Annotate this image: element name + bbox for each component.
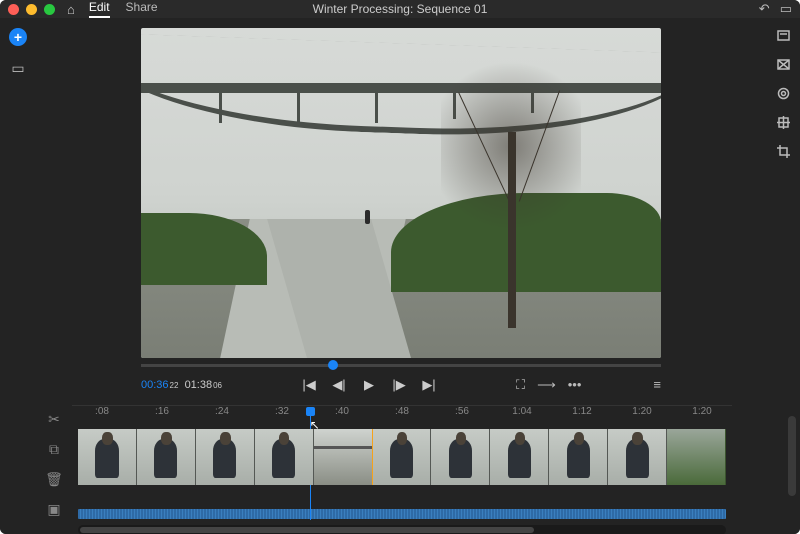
current-frames: 22	[170, 381, 179, 390]
playback-controls: 00:3622 01:3806 |◀ ◀| ▶ |▶ ▶| ⛶ ⟶ •••	[141, 373, 661, 401]
app-window: ⌂ Edit Share Winter Processing: Sequence…	[0, 0, 800, 534]
ruler-tick: 1:20	[612, 406, 672, 425]
fullscreen-icon[interactable]: ⛶	[516, 377, 525, 393]
ruler-tick: :48	[372, 406, 432, 425]
preview-scrubber[interactable]	[141, 364, 661, 367]
total-frames: 06	[213, 381, 222, 390]
ruler-tick: 1:20	[672, 406, 732, 425]
duplicate-icon[interactable]: ⧉	[49, 441, 59, 458]
clip-thumbnail[interactable]	[255, 429, 314, 485]
ruler-tick: :40	[312, 406, 372, 425]
minimize-window-button[interactable]	[26, 4, 37, 15]
clip-thumbnail[interactable]	[667, 429, 726, 485]
clip-thumbnail-selected[interactable]	[314, 429, 373, 485]
main-body: + ▭	[0, 18, 800, 534]
scrollbar-thumb[interactable]	[80, 527, 534, 533]
color-icon[interactable]	[776, 86, 791, 101]
more-options-icon[interactable]: •••	[568, 377, 582, 393]
preview-tree	[441, 48, 581, 328]
transitions-icon[interactable]	[776, 57, 791, 72]
titlebar-right: ↶ ▭	[759, 1, 792, 17]
clip-thumbnail[interactable]	[490, 429, 549, 485]
step-forward-button[interactable]: |▶	[392, 377, 406, 393]
current-time: 00:36	[141, 379, 169, 391]
scissors-icon[interactable]: ✂	[48, 411, 60, 428]
play-button[interactable]: ▶	[362, 377, 376, 393]
titles-icon[interactable]	[776, 28, 791, 43]
window-controls	[8, 4, 55, 15]
ruler-tick: :32	[252, 406, 312, 425]
video-preview[interactable]	[141, 28, 661, 358]
timeline-panel: ✂ ⧉ 🗑 ▣ ≣ :08 :16 :24 :32 :40 :48 :56	[36, 405, 766, 534]
timeline-zoom-scrollbar[interactable]	[78, 525, 726, 534]
timeline-toolbar: ✂ ⧉ 🗑 ▣ ≣	[36, 405, 72, 534]
menu-edit[interactable]: Edit	[89, 0, 110, 18]
maximize-window-button[interactable]	[44, 4, 55, 15]
bridge-strut	[375, 83, 378, 123]
clip-thumbnail[interactable]	[373, 429, 432, 485]
video-track[interactable]	[72, 425, 732, 509]
undo-icon[interactable]: ↶	[759, 1, 770, 17]
panel-menu-icon[interactable]: ≡	[653, 377, 661, 393]
clip-thumbnail[interactable]	[137, 429, 196, 485]
project-assets-icon[interactable]: ▭	[11, 60, 24, 77]
export-frame-icon[interactable]: ⟶	[537, 377, 556, 393]
preview-person	[365, 210, 370, 224]
trash-icon[interactable]: 🗑	[45, 471, 63, 488]
scrubber-playhead[interactable]	[328, 360, 338, 370]
clip-thumbnail[interactable]	[431, 429, 490, 485]
close-window-button[interactable]	[8, 4, 19, 15]
bridge-strut	[297, 83, 300, 127]
clip-thumbnail[interactable]	[78, 429, 137, 485]
panel-toggle-icon[interactable]: ▣	[47, 501, 60, 518]
audio-track[interactable]	[78, 509, 726, 519]
transport-controls: |◀ ◀| ▶ |▶ ▶|	[302, 377, 436, 393]
ruler-tick: :56	[432, 406, 492, 425]
clip-thumbnail[interactable]	[549, 429, 608, 485]
vertical-scrollbar[interactable]	[788, 416, 796, 496]
window-title: Winter Processing: Sequence 01	[313, 2, 488, 16]
step-back-button[interactable]: ◀|	[332, 377, 346, 393]
tree-trunk	[508, 132, 516, 328]
main-menu: Edit Share	[89, 0, 158, 18]
go-to-end-button[interactable]: ▶|	[422, 377, 436, 393]
go-to-start-button[interactable]: |◀	[302, 377, 316, 393]
menu-share[interactable]: Share	[126, 0, 158, 18]
bridge-strut	[219, 83, 222, 123]
preview-area: 00:3622 01:3806 |◀ ◀| ▶ |▶ ▶| ⛶ ⟶ •••	[36, 18, 766, 405]
feedback-icon[interactable]: ▭	[780, 1, 792, 17]
timecode: 00:3622 01:3806	[141, 379, 222, 391]
titlebar: ⌂ Edit Share Winter Processing: Sequence…	[0, 0, 800, 18]
clip-thumbnail[interactable]	[196, 429, 255, 485]
timeline: :08 :16 :24 :32 :40 :48 :56 1:04 1:12 1:…	[72, 405, 766, 534]
home-icon[interactable]: ⌂	[67, 2, 75, 17]
ruler-tick: 1:04	[492, 406, 552, 425]
ruler-tick: :16	[132, 406, 192, 425]
left-toolbar: + ▭	[0, 18, 36, 534]
clip-thumbnail[interactable]	[608, 429, 667, 485]
ruler-tick: :08	[72, 406, 132, 425]
transform-icon[interactable]	[776, 115, 791, 130]
preview-right-controls: ⛶ ⟶ ••• ≡	[516, 377, 661, 393]
ruler-tick: 1:12	[552, 406, 612, 425]
total-time: 01:38	[185, 379, 213, 391]
crop-icon[interactable]	[776, 144, 791, 159]
add-media-button[interactable]: +	[9, 28, 27, 46]
ruler-tick: :24	[192, 406, 252, 425]
center-panel: 00:3622 01:3806 |◀ ◀| ▶ |▶ ▶| ⛶ ⟶ •••	[36, 18, 766, 534]
time-ruler[interactable]: :08 :16 :24 :32 :40 :48 :56 1:04 1:12 1:…	[72, 405, 732, 425]
